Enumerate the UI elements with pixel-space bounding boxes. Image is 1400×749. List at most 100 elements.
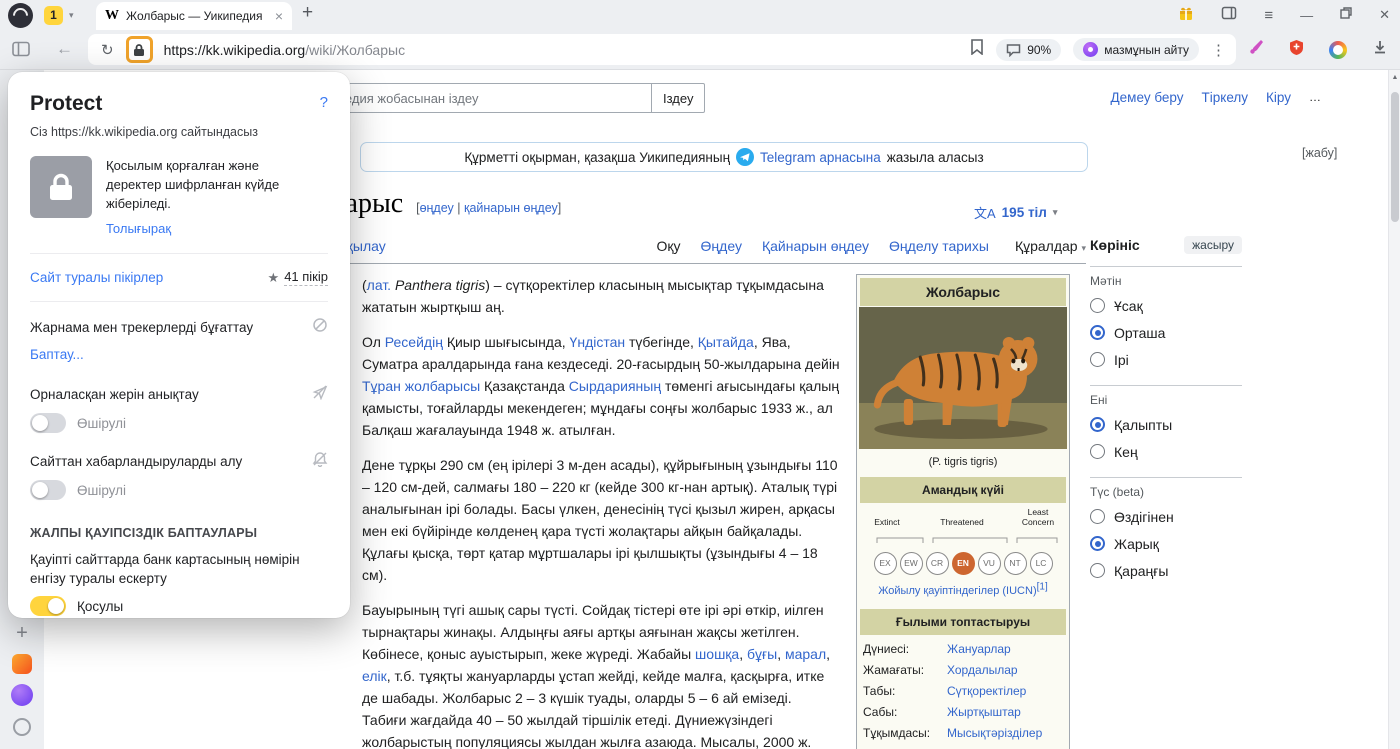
download-icon[interactable] bbox=[1372, 39, 1388, 60]
location-toggle-row: Өшірулі bbox=[30, 413, 328, 433]
iucn-link[interactable]: Жойылу қауіптіндегілер (IUCN)[1] bbox=[861, 580, 1065, 602]
radio-color-dark[interactable]: Қараңғы bbox=[1090, 557, 1242, 584]
more-details-link[interactable]: Толығырақ bbox=[106, 219, 171, 238]
scrollbar-thumb[interactable] bbox=[1391, 92, 1399, 222]
addressbar-right-icons bbox=[1248, 34, 1388, 65]
side-panels-icon[interactable] bbox=[1221, 5, 1237, 26]
text-size-section: Мәтін Ұсақ Орташа Ірі bbox=[1090, 266, 1242, 373]
radio-icon[interactable] bbox=[1090, 563, 1105, 578]
omnibox[interactable]: ↻ https://kk.wikipedia.org/wiki/Жолбарыс… bbox=[88, 34, 1236, 65]
tiger-photo[interactable] bbox=[859, 307, 1067, 449]
bankcard-toggle[interactable] bbox=[30, 596, 66, 616]
help-icon[interactable]: ? bbox=[320, 94, 328, 111]
radio-text-small[interactable]: Ұсақ bbox=[1090, 292, 1242, 319]
location-toggle[interactable] bbox=[30, 413, 66, 433]
radio-icon-selected[interactable] bbox=[1090, 417, 1105, 432]
radio-icon[interactable] bbox=[1090, 352, 1105, 367]
protect-shield-icon[interactable] bbox=[1289, 39, 1304, 61]
sidebar-alice-icon[interactable] bbox=[0, 684, 44, 711]
classification-header: Ғылыми топтастыруы bbox=[860, 608, 1066, 635]
read-aloud-label: мазмұнын айту bbox=[1104, 42, 1189, 57]
taxonomy-row: Сабы: Жыртқыштар bbox=[863, 704, 1021, 719]
reviews-count[interactable]: ★ 41 пікір bbox=[268, 269, 328, 286]
telegram-channel-link[interactable]: Telegram арнасына bbox=[760, 150, 881, 165]
sidebar-add-button[interactable]: + bbox=[0, 622, 44, 645]
hamburger-menu-icon[interactable]: ≡ bbox=[1264, 7, 1273, 24]
search-button[interactable]: Іздеу bbox=[651, 83, 706, 113]
tab-history[interactable]: Өңделу тарихы bbox=[889, 238, 989, 254]
tab-edit-source[interactable]: Қайнарын өңдеу bbox=[762, 238, 869, 254]
width-section: Ені Қалыпты Кең bbox=[1090, 385, 1242, 465]
tab-read[interactable]: Оқу bbox=[657, 238, 681, 254]
bankcard-warning-label: Қауіпті сайттарда банк картасының нөмірі… bbox=[30, 552, 300, 586]
radio-icon-selected[interactable] bbox=[1090, 536, 1105, 551]
sidebar-toggle-icon[interactable] bbox=[12, 41, 30, 62]
radio-color-auto[interactable]: Өздігінен bbox=[1090, 503, 1242, 530]
omnibox-right-cluster: 90% мазмұнын айту ⋮ bbox=[970, 38, 1236, 61]
zoom-indicator[interactable]: 90% bbox=[996, 38, 1062, 61]
language-selector[interactable]: 文А 195 тіл ▾ bbox=[974, 203, 1057, 222]
donate-link[interactable]: Демеу беру bbox=[1111, 90, 1184, 105]
tab-edit[interactable]: Өңдеу bbox=[701, 238, 742, 254]
radio-width-standard[interactable]: Қалыпты bbox=[1090, 411, 1242, 438]
window-minimize-icon[interactable]: — bbox=[1300, 8, 1313, 23]
lock-icon bbox=[50, 173, 72, 200]
url-text[interactable]: https://kk.wikipedia.org/wiki/Жолбарыс bbox=[164, 42, 405, 58]
appearance-title: Көрініс bbox=[1090, 237, 1140, 253]
taxobox: Жолбарыс (P. tigris tigris) Амандық күйі… bbox=[856, 274, 1070, 749]
site-reviews-row: Сайт туралы пікірлер ★ 41 пікір bbox=[30, 269, 328, 286]
lock-icon bbox=[134, 43, 145, 56]
notifications-toggle[interactable] bbox=[30, 480, 66, 500]
secure-text: Қосылым қорғалған және деректер шифрланғ… bbox=[106, 158, 280, 211]
radio-icon[interactable] bbox=[1090, 298, 1105, 313]
bankcard-state: Қосулы bbox=[77, 598, 124, 614]
more-options-icon[interactable]: … bbox=[1309, 90, 1322, 105]
search-input[interactable] bbox=[300, 83, 652, 113]
login-link[interactable]: Кіру bbox=[1266, 90, 1291, 105]
omnibox-more-icon[interactable]: ⋮ bbox=[1211, 41, 1226, 59]
window-close-icon[interactable]: ✕ bbox=[1379, 7, 1390, 23]
reload-icon[interactable]: ↻ bbox=[101, 41, 114, 59]
color-label: Түс (beta) bbox=[1090, 485, 1145, 499]
bookmark-icon[interactable] bbox=[970, 39, 984, 60]
back-button[interactable]: ← bbox=[56, 39, 73, 59]
sidebar-orange-app-icon[interactable] bbox=[0, 654, 44, 679]
site-reviews-link[interactable]: Сайт туралы пікірлер bbox=[30, 270, 163, 285]
browser-tab-active[interactable]: W Жолбарыс — Уикипедия × bbox=[96, 2, 292, 30]
page-scrollbar[interactable]: ▲ bbox=[1388, 70, 1400, 749]
customize-brush-icon[interactable] bbox=[1248, 39, 1264, 60]
location-label: Орналасқан жерін анықтау bbox=[30, 387, 199, 402]
radio-icon[interactable] bbox=[1090, 509, 1105, 524]
notifications-label: Сайттан хабарландыруларды алу bbox=[30, 454, 243, 469]
radio-width-wide[interactable]: Кең bbox=[1090, 438, 1242, 465]
sidebar-bottom-icon[interactable] bbox=[0, 718, 44, 741]
scroll-up-arrow[interactable]: ▲ bbox=[1389, 74, 1400, 81]
window-restore-icon[interactable] bbox=[1340, 6, 1352, 24]
gift-icon[interactable] bbox=[1178, 5, 1194, 26]
text-size-label: Мәтін bbox=[1090, 274, 1122, 288]
browser-logo-button[interactable] bbox=[8, 3, 33, 28]
radio-color-light[interactable]: Жарық bbox=[1090, 530, 1242, 557]
read-aloud-button[interactable]: мазмұнын айту bbox=[1073, 38, 1199, 61]
iucn-brackets bbox=[876, 537, 1058, 543]
new-tab-button[interactable]: + bbox=[302, 2, 313, 24]
radio-icon-selected[interactable] bbox=[1090, 325, 1105, 340]
tools-menu[interactable]: Құралдар ▾ bbox=[1015, 238, 1086, 254]
radio-text-large[interactable]: Ірі bbox=[1090, 346, 1242, 373]
lock-highlight-box[interactable] bbox=[125, 36, 153, 63]
radio-text-medium[interactable]: Орташа bbox=[1090, 319, 1242, 346]
divider bbox=[30, 253, 328, 254]
banner-text-after: жазыла аласыз bbox=[886, 149, 984, 165]
ads-configure-link[interactable]: Баптау... bbox=[30, 347, 84, 362]
lock-tile bbox=[30, 156, 92, 218]
profile-avatar[interactable] bbox=[1329, 40, 1347, 59]
banner-close-link[interactable]: [жабу] bbox=[1302, 146, 1337, 160]
protect-title: Protect bbox=[30, 92, 103, 115]
appearance-hide-button[interactable]: жасыру bbox=[1184, 236, 1242, 254]
radio-icon[interactable] bbox=[1090, 444, 1105, 459]
register-link[interactable]: Тіркелу bbox=[1202, 90, 1249, 105]
tab-close-icon[interactable]: × bbox=[275, 8, 283, 24]
notifications-disabled-icon bbox=[312, 451, 328, 472]
tab-counter[interactable]: 1 ▾ bbox=[44, 4, 74, 26]
title-edit-links[interactable]: [өңдеу | қайнарын өңдеу] bbox=[416, 201, 561, 215]
